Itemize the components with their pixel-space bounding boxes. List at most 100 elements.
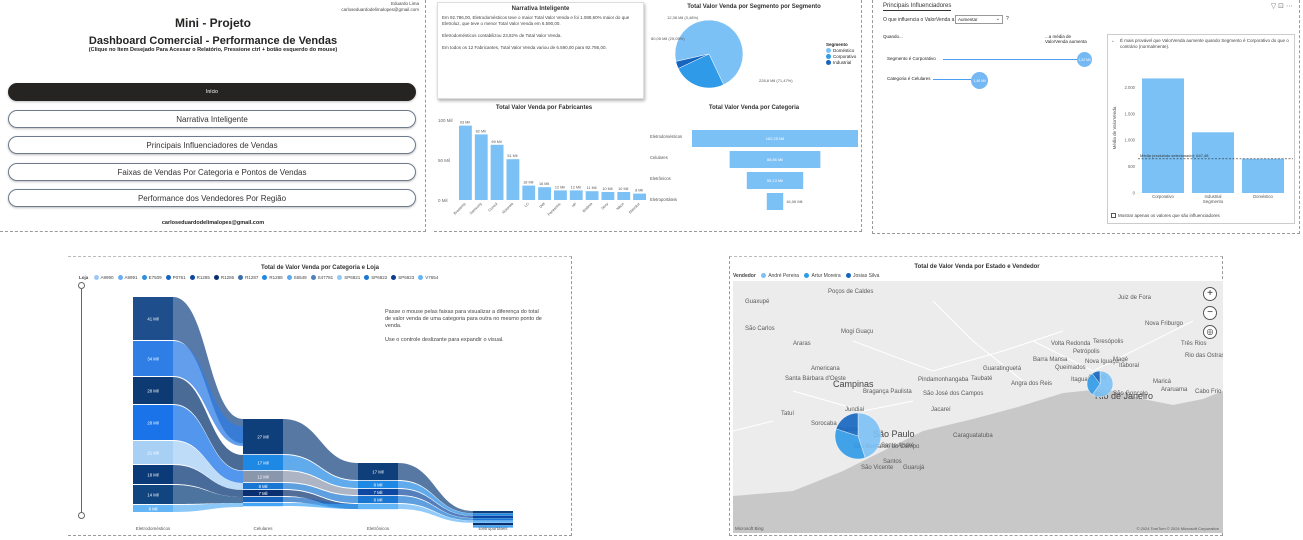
menu-button-influenciadores[interactable]: Principais Influenciadores de Vendas [8, 136, 416, 154]
help-icon[interactable]: ? [1006, 16, 1009, 22]
narrative-box: Narrativa Inteligente Em 92.786,00, Elet… [437, 2, 644, 99]
influencer-filter-checkbox[interactable]: Mostrar apenas os valores que são influe… [1111, 213, 1220, 219]
tab-principais-influenciadores[interactable]: Principais Influenciadores [883, 3, 952, 11]
legend-dot [337, 275, 343, 281]
more-options-icon[interactable]: ⋯ [1286, 3, 1293, 10]
category-label: Eletrodomésticos [650, 134, 682, 139]
locate-icon[interactable]: ◎ [1203, 325, 1217, 339]
bar[interactable] [1242, 158, 1284, 193]
legend-label: V7654 [425, 275, 439, 280]
map-place-label: Barra Mansa [1033, 357, 1068, 363]
menu-button-inicio[interactable]: Início [8, 83, 416, 101]
x-axis-label: Segmento [1203, 199, 1224, 204]
bar[interactable] [459, 125, 472, 200]
bar[interactable] [474, 134, 488, 200]
sankey-node[interactable] [473, 520, 513, 523]
average-line-label: Média (excluindo selecionado): 647,48 [1140, 153, 1209, 158]
map-place-label: Volta Redonda [1051, 341, 1091, 347]
sankey-node[interactable] [243, 503, 283, 507]
x-tick-label: Panasonic [547, 202, 562, 217]
influencer-bubble[interactable]: 1,22 Mil [1077, 52, 1092, 67]
legend-label: R1288 [269, 275, 283, 280]
sankey-node-label: 17 Mil [372, 470, 383, 475]
x-tick-label: Brastemp [453, 202, 467, 216]
sankey-node-label: 18 Mil [147, 473, 158, 478]
map-pie-rio-de-janeiro[interactable] [1085, 369, 1115, 399]
map-place-label: Araras [793, 341, 811, 347]
user-email: carloseduardodelimalopes@gmail.com [341, 6, 419, 12]
expand-slider-handle[interactable] [78, 512, 85, 519]
sankey-category-label: Eletrodomésticos [136, 526, 171, 531]
expand-slider-handle[interactable] [78, 282, 85, 289]
sankey-node[interactable] [473, 523, 513, 526]
map-place-label: Petrópolis [1073, 349, 1100, 355]
legend-label: P0761 [172, 275, 186, 280]
map-place-label: Jacareí [931, 407, 951, 413]
bar-data-label: 12 Mil [571, 185, 581, 189]
bar[interactable] [522, 185, 536, 200]
influencer-bubble[interactable]: 1,46 Mil [971, 72, 988, 89]
bar[interactable] [633, 193, 646, 200]
menu-button-faixas[interactable]: Faixas de Vendas Por Categoria e Pontos … [8, 163, 416, 181]
sankey-node-label: 8 Mil [259, 484, 268, 489]
influence-dropdown[interactable]: Aumentar ⌄ [955, 15, 1003, 24]
map-canvas[interactable]: Poços de Caldes Guaxupé São Carlos Araras Mo… [733, 281, 1223, 533]
map-place-label: Guaratinguetá [983, 366, 1022, 372]
bar[interactable] [506, 159, 520, 200]
menu-button-narrativa[interactable]: Narrativa Inteligente [8, 110, 416, 128]
map-place-label: Maricá [1153, 379, 1172, 385]
bar[interactable] [585, 191, 599, 200]
x-tick-label: Samsung [469, 202, 483, 216]
expand-slider-track[interactable] [81, 282, 82, 514]
pie-data-label: 80,05 Mil (25,05%) [651, 36, 685, 41]
bar[interactable] [1192, 132, 1234, 193]
map-place-label: Teresópolis [1093, 339, 1124, 345]
x-tick-label: Dell [539, 202, 546, 209]
bar[interactable] [554, 190, 567, 200]
bar[interactable] [601, 192, 615, 200]
bar-data-label: 51 Mil [507, 154, 517, 158]
zoom-out-button[interactable]: − [1203, 306, 1217, 320]
sankey-node[interactable] [473, 515, 513, 518]
legend-dot [213, 275, 219, 281]
footer-email: carloseduardodelimalopes@gmail.com [161, 220, 265, 226]
ocean-area [733, 389, 1223, 533]
fabricantes-chart: 100 Mil 50 Mil 0 Mil 93 Mil Brastemp 82 Mil Sa… [438, 118, 646, 217]
question-text: O que influencia o ValorVenda a [883, 17, 955, 23]
bar[interactable] [490, 144, 504, 200]
legend-dot [761, 273, 767, 279]
bar-data-label: 10 Mil [602, 187, 612, 191]
map-terrain [733, 300, 1223, 533]
bar[interactable] [569, 190, 583, 200]
menu-button-performance[interactable]: Performance dos Vendedores Por Região [8, 189, 416, 207]
zoom-in-button[interactable]: + [1203, 287, 1217, 301]
filter-icon[interactable]: ▽ [1271, 3, 1276, 10]
bar-data-label: 18 Mil [523, 181, 533, 185]
sankey-node[interactable] [473, 511, 513, 514]
legend-label: R1286 [220, 275, 235, 280]
focus-mode-icon[interactable]: ⊡ [1278, 3, 1284, 10]
category-label: Eletrônicos [650, 176, 671, 181]
back-arrow-icon[interactable]: ← [1111, 38, 1116, 44]
legend-dot [391, 275, 397, 281]
sankey-node[interactable] [473, 518, 513, 521]
legend-prefix: Loja [79, 275, 89, 280]
sankey-note-2: Use o controle deslizante para expandir … [385, 337, 504, 343]
sankey-node[interactable] [358, 504, 398, 510]
influencer-row-label[interactable]: Categoria é Celulares [887, 76, 931, 81]
sankey-node[interactable] [243, 497, 283, 503]
funnel-bar[interactable] [766, 193, 784, 210]
x-tick-label: Doméstico [1253, 194, 1273, 199]
influencer-row-label[interactable]: Segmento é Corporativo [887, 56, 936, 61]
bar[interactable] [538, 187, 551, 200]
checkbox-icon[interactable] [1111, 213, 1116, 219]
sankey-node-label: 12 Mil [257, 475, 268, 480]
bar-data-label: 82 Mil [476, 129, 486, 133]
map-copyright: © 2024 TomTom © 2024 Microsoft Corporati… [1136, 526, 1219, 531]
map-place-label: São Vicente [861, 465, 894, 471]
sankey-flow[interactable] [173, 503, 243, 512]
map-pie-sao-paulo[interactable] [833, 411, 883, 461]
bar[interactable] [1142, 78, 1184, 193]
sankey-node[interactable] [473, 513, 513, 516]
bar[interactable] [617, 192, 631, 200]
